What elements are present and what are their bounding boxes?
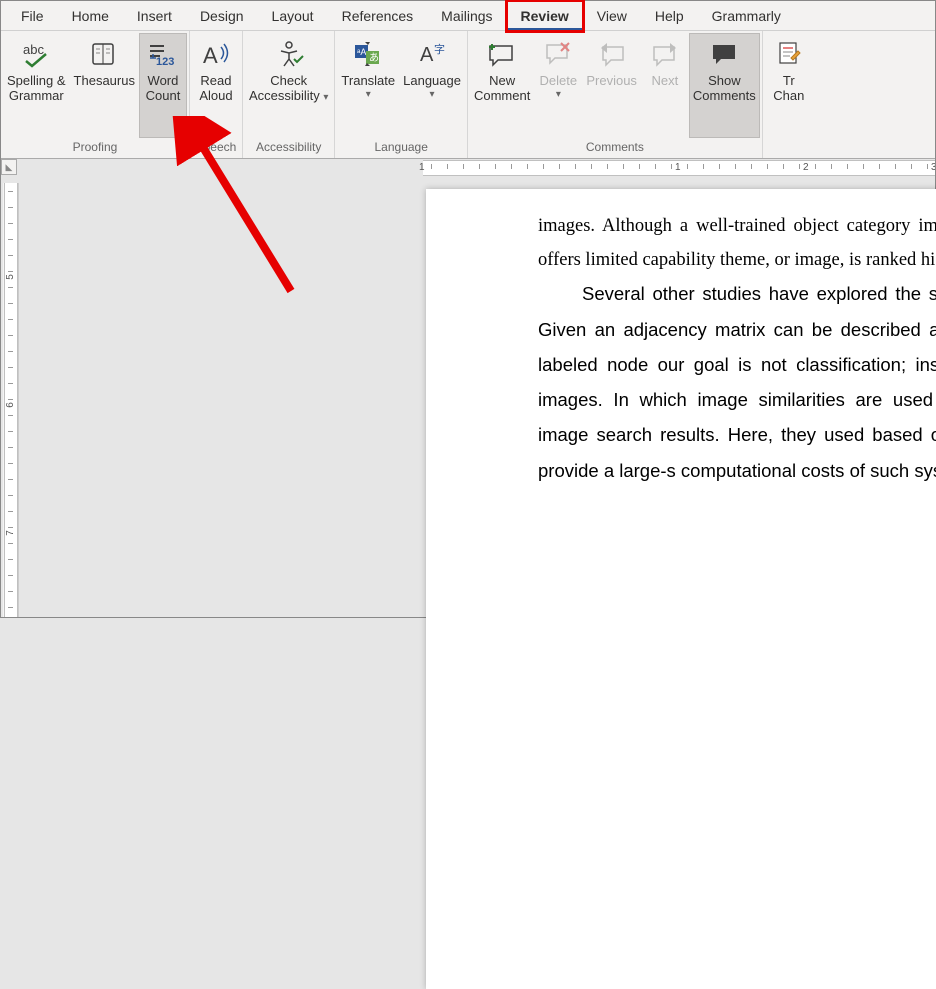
group-proofing: abc Spelling &Grammar Thesaurus 123 Word… bbox=[1, 31, 190, 158]
language-icon: A字 bbox=[415, 37, 449, 71]
next-comment-icon bbox=[648, 37, 682, 71]
group-label-comments: Comments bbox=[470, 138, 760, 158]
document-paragraph[interactable]: images. Although a well-trained object c… bbox=[538, 209, 936, 277]
track-changes-icon bbox=[772, 37, 806, 71]
svg-text:A: A bbox=[203, 43, 218, 68]
previous-comment-button: Previous bbox=[582, 33, 641, 138]
chevron-down-icon: ▾ bbox=[540, 87, 578, 102]
group-accessibility: CheckAccessibility ▾ Accessibility bbox=[243, 31, 335, 158]
thesaurus-button[interactable]: Thesaurus bbox=[70, 33, 139, 138]
group-speech: A ReadAloud Speech bbox=[190, 31, 243, 158]
word-count-button[interactable]: 123 WordCount bbox=[139, 33, 187, 138]
chevron-down-icon: ▾ bbox=[403, 87, 461, 102]
spelling-icon: abc bbox=[19, 37, 53, 71]
group-language: ᵃAあ Translate▾ A字 Language▾ Language bbox=[335, 31, 468, 158]
translate-icon: ᵃAあ bbox=[351, 37, 385, 71]
svg-text:abc: abc bbox=[23, 42, 44, 57]
svg-text:A: A bbox=[420, 44, 434, 66]
document-area: 5 6 7 images. Although a well-trained ob… bbox=[1, 183, 935, 617]
tab-grammarly[interactable]: Grammarly bbox=[698, 1, 795, 31]
track-changes-button[interactable]: TrChan bbox=[765, 33, 813, 138]
show-comments-icon bbox=[707, 37, 741, 71]
thesaurus-icon bbox=[87, 37, 121, 71]
tab-review[interactable]: Review bbox=[507, 1, 583, 31]
tab-references[interactable]: References bbox=[328, 1, 428, 31]
chevron-down-icon: ▾ bbox=[323, 92, 328, 103]
svg-text:あ: あ bbox=[369, 52, 379, 64]
document-page[interactable]: images. Although a well-trained object c… bbox=[426, 189, 936, 989]
svg-text:字: 字 bbox=[434, 42, 445, 56]
chevron-down-icon: ▾ bbox=[341, 87, 395, 102]
group-tracking: TrChan bbox=[763, 31, 815, 158]
tab-view[interactable]: View bbox=[583, 1, 641, 31]
show-comments-button[interactable]: ShowComments bbox=[689, 33, 760, 138]
ribbon-tabs: File Home Insert Design Layout Reference… bbox=[1, 1, 935, 31]
delete-comment-icon bbox=[541, 37, 575, 71]
tab-design[interactable]: Design bbox=[186, 1, 258, 31]
new-comment-button[interactable]: NewComment bbox=[470, 33, 534, 138]
word-count-icon: 123 bbox=[146, 37, 180, 71]
group-label-speech: Speech bbox=[192, 138, 240, 158]
document-paragraph[interactable]: Several other studies have explored the … bbox=[538, 277, 936, 488]
ruler-corner: ◣ bbox=[1, 159, 17, 175]
next-comment-button: Next bbox=[641, 33, 689, 138]
svg-text:123: 123 bbox=[156, 56, 174, 68]
accessibility-icon bbox=[272, 37, 306, 71]
spelling-grammar-button[interactable]: abc Spelling &Grammar bbox=[3, 33, 70, 138]
group-label-language: Language bbox=[337, 138, 465, 158]
previous-comment-icon bbox=[595, 37, 629, 71]
group-comments: NewComment Delete▾ Previous Next bbox=[468, 31, 763, 158]
tab-insert[interactable]: Insert bbox=[123, 1, 186, 31]
tab-help[interactable]: Help bbox=[641, 1, 698, 31]
group-label-proofing: Proofing bbox=[3, 138, 187, 158]
language-button[interactable]: A字 Language▾ bbox=[399, 33, 465, 138]
check-accessibility-button[interactable]: CheckAccessibility ▾ bbox=[245, 33, 332, 138]
svg-text:ᵃA: ᵃA bbox=[357, 47, 366, 57]
tab-mailings[interactable]: Mailings bbox=[427, 1, 506, 31]
ribbon: abc Spelling &Grammar Thesaurus 123 Word… bbox=[1, 31, 935, 159]
tab-home[interactable]: Home bbox=[58, 1, 123, 31]
read-aloud-icon: A bbox=[199, 37, 233, 71]
group-label-accessibility: Accessibility bbox=[245, 138, 332, 158]
tab-layout[interactable]: Layout bbox=[258, 1, 328, 31]
translate-button[interactable]: ᵃAあ Translate▾ bbox=[337, 33, 399, 138]
vertical-ruler[interactable]: 5 6 7 bbox=[3, 183, 19, 617]
tab-file[interactable]: File bbox=[7, 1, 58, 31]
read-aloud-button[interactable]: A ReadAloud bbox=[192, 33, 240, 138]
ruler-area: ◣ 1 1 2 3 bbox=[1, 159, 935, 183]
delete-comment-button: Delete▾ bbox=[534, 33, 582, 138]
horizontal-ruler[interactable]: 1 1 2 3 bbox=[21, 159, 935, 177]
new-comment-icon bbox=[485, 37, 519, 71]
